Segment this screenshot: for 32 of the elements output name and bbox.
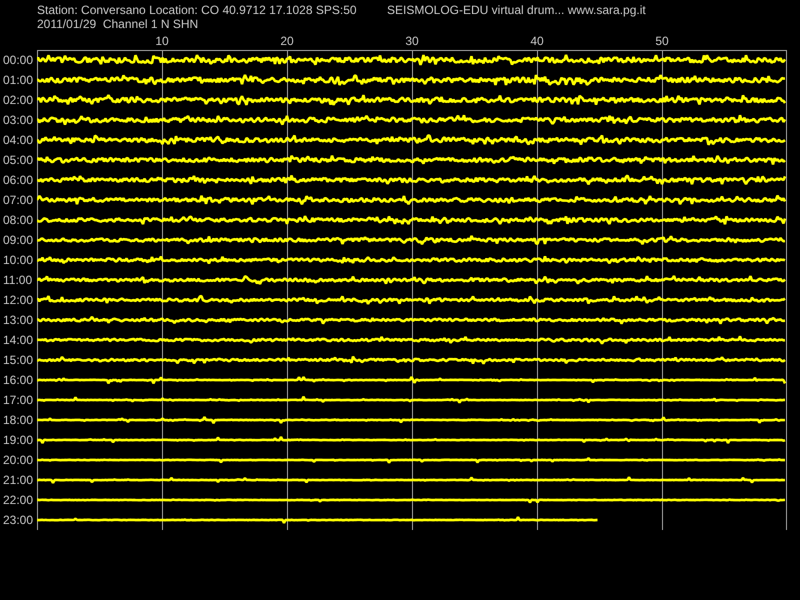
hour-label: 05:00 — [2, 152, 34, 169]
hour-label: 12:00 — [2, 292, 34, 309]
hour-label: 14:00 — [2, 332, 34, 349]
minute-tick-label: 20 — [280, 34, 294, 48]
hour-label: 06:00 — [2, 172, 34, 189]
minute-tick-label: 30 — [405, 34, 419, 48]
hour-label: 01:00 — [2, 72, 34, 89]
hour-label: 03:00 — [2, 112, 34, 129]
minute-tick-label: 50 — [655, 34, 669, 48]
minute-tick-label: 40 — [530, 34, 544, 48]
hour-label: 04:00 — [2, 132, 34, 149]
hour-label: 16:00 — [2, 372, 34, 389]
minute-tick-label: 10 — [155, 34, 169, 48]
station-info: Station: Conversano Location: CO 40.9712 17.1028 SPS:50 — [37, 3, 358, 17]
hour-label: 15:00 — [2, 352, 34, 369]
date-channel-info: 2011/01/29 Channel 1 N SHN — [37, 17, 198, 31]
hour-label: 20:00 — [2, 452, 34, 469]
hour-label: 08:00 — [2, 212, 34, 229]
hour-label: 19:00 — [2, 432, 34, 449]
hour-label: 07:00 — [2, 192, 34, 209]
hour-label: 09:00 — [2, 232, 34, 249]
hour-label: 17:00 — [2, 392, 34, 409]
hour-label: 13:00 — [2, 312, 34, 329]
hour-label: 00:00 — [2, 52, 34, 69]
hour-label: 23:00 — [2, 512, 34, 529]
app-title: SEISMOLOG-EDU virtual drum... www.sara.pg.it — [387, 3, 646, 17]
hour-label: 18:00 — [2, 412, 34, 429]
hour-label: 22:00 — [2, 492, 34, 509]
hour-label: 11:00 — [2, 272, 34, 289]
hour-label: 10:00 — [2, 252, 34, 269]
hour-label: 21:00 — [2, 472, 34, 489]
hour-label: 02:00 — [2, 92, 34, 109]
